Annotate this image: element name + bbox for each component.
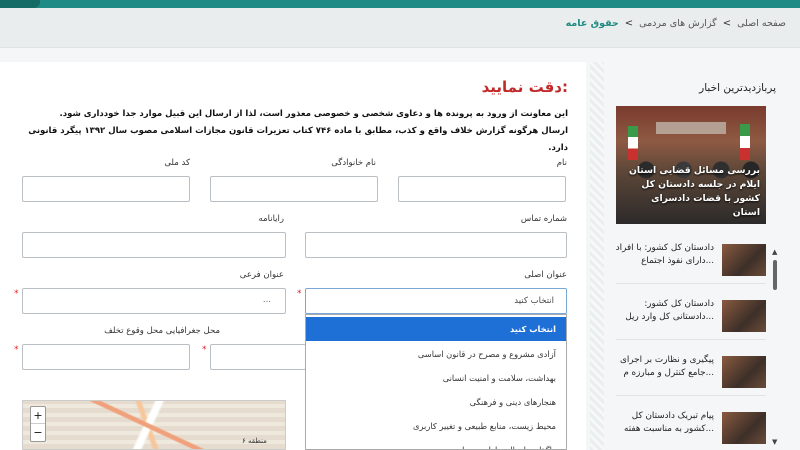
phone-input[interactable]	[305, 232, 567, 258]
sub-topic-select[interactable]: ...	[22, 288, 286, 314]
news-title: پیگیری و نظارت بر اجرای جامع کنترل و مبا…	[619, 355, 714, 378]
list-item[interactable]: پیگیری و نظارت بر اجرای جامع کنترل و مبا…	[616, 350, 766, 396]
sidebar-decoration	[590, 62, 604, 450]
required-asterisk: *	[202, 345, 207, 355]
warning-title: دقت نمایید:	[481, 78, 568, 96]
news-list: دادستان کل کشور: با افراد دارای نفوذ اجت…	[616, 238, 766, 450]
dropdown-option[interactable]: واگذاری اموال و اراضی دولتی	[306, 438, 566, 449]
phone-label: شماره تماس	[520, 214, 567, 224]
first-name-label: نام	[556, 158, 567, 168]
flag-image	[628, 126, 638, 160]
zoom-out-button[interactable]: −	[31, 424, 45, 441]
main-topic-dropdown: انتخاب کنید آزادی مشروع و مصرح در قانون …	[305, 314, 567, 450]
email-label: رایانامه	[258, 214, 285, 224]
map-district-label: منطقه ۶	[242, 437, 267, 445]
flag-image	[740, 124, 750, 160]
required-asterisk: *	[297, 289, 302, 299]
dropdown-option[interactable]: آزادی مشروع و مصرح در قانون اساسی	[306, 342, 566, 366]
top-bar-lip	[0, 0, 40, 8]
news-thumbnail	[722, 300, 766, 332]
scroll-down-icon[interactable]: ▼	[772, 438, 777, 446]
last-name-label: نام خانوادگی	[331, 158, 376, 168]
warning-line-1: این معاونت از ورود به پرونده ها و دعاوی …	[59, 109, 568, 119]
chevron-left-icon: <	[624, 18, 634, 29]
news-title: پیام تبریک دادستان کل کشور به مناسبت هفت…	[624, 411, 714, 434]
dropdown-option[interactable]: انتخاب کنید	[306, 317, 566, 341]
warning-line-2: ارسال هرگونه گزارش خلاف واقع و کذب، مطاب…	[28, 126, 568, 153]
news-thumbnail	[722, 244, 766, 276]
list-item[interactable]: پیام تبریک دادستان کل کشور به مناسبت هفت…	[616, 406, 766, 450]
sub-topic-label: عنوان فرعی	[239, 270, 284, 280]
news-scrollbar[interactable]: ▲ ▼	[772, 248, 778, 448]
required-asterisk: *	[14, 345, 19, 355]
news-title: دادستان کل کشور: دادستانی کل وارد ریل...	[625, 299, 714, 322]
warning-text: این معاونت از ورود به پرونده ها و دعاوی …	[8, 106, 568, 157]
required-asterisk: *	[14, 289, 19, 299]
banner-image	[656, 122, 726, 134]
featured-news-caption: بررسی مسائل قضایی استان ایلام در جلسه دا…	[628, 165, 760, 218]
news-thumbnail	[722, 412, 766, 444]
zoom-in-button[interactable]: +	[31, 407, 45, 424]
main-topic-select[interactable]: انتخاب کنید	[305, 288, 567, 314]
breadcrumb-bar: صفحه اصلی < گزارش های مردمی < حقوق عامه	[0, 8, 800, 48]
national-code-label: کد ملی	[164, 158, 190, 168]
featured-news[interactable]: بررسی مسائل قضایی استان ایلام در جلسه دا…	[616, 106, 766, 224]
chevron-left-icon: <	[722, 18, 732, 29]
breadcrumb-reports[interactable]: گزارش های مردمی	[639, 18, 717, 29]
list-item[interactable]: دادستان کل کشور: دادستانی کل وارد ریل...	[616, 294, 766, 340]
breadcrumb-current: حقوق عامه	[565, 18, 619, 29]
sidebar-title: پربازدیدترین اخبار	[699, 82, 776, 94]
sidebar: پربازدیدترین اخبار بررسی مسائل قضایی است…	[604, 62, 788, 450]
last-name-input[interactable]	[210, 176, 378, 202]
map-zoom-control: + −	[30, 406, 46, 442]
list-item[interactable]: دادستان کل کشور: با افراد دارای نفوذ اجت…	[616, 238, 766, 284]
breadcrumb: صفحه اصلی < گزارش های مردمی < حقوق عامه	[566, 18, 786, 29]
dropdown-option[interactable]: هنجارهای دینی و فرهنگی	[306, 390, 566, 414]
secondary-input[interactable]	[210, 344, 306, 370]
email-input[interactable]	[22, 232, 286, 258]
first-name-input[interactable]	[398, 176, 566, 202]
location-input[interactable]	[22, 344, 190, 370]
breadcrumb-home[interactable]: صفحه اصلی	[737, 18, 786, 29]
national-code-input[interactable]	[22, 176, 190, 202]
scroll-up-icon[interactable]: ▲	[772, 248, 777, 256]
scroll-thumb[interactable]	[773, 260, 777, 290]
location-label: محل جغرافیایی محل وقوع تخلف	[104, 326, 220, 336]
news-thumbnail	[722, 356, 766, 388]
news-title: دادستان کل کشور: با افراد دارای نفوذ اجت…	[616, 243, 714, 266]
main-topic-label: عنوان اصلی	[524, 270, 567, 280]
top-bar	[0, 0, 800, 8]
dropdown-option[interactable]: محیط زیست، منابع طبیعی و تغییر کاربری	[306, 414, 566, 438]
dropdown-option[interactable]: بهداشت، سلامت و امنیت انسانی	[306, 366, 566, 390]
